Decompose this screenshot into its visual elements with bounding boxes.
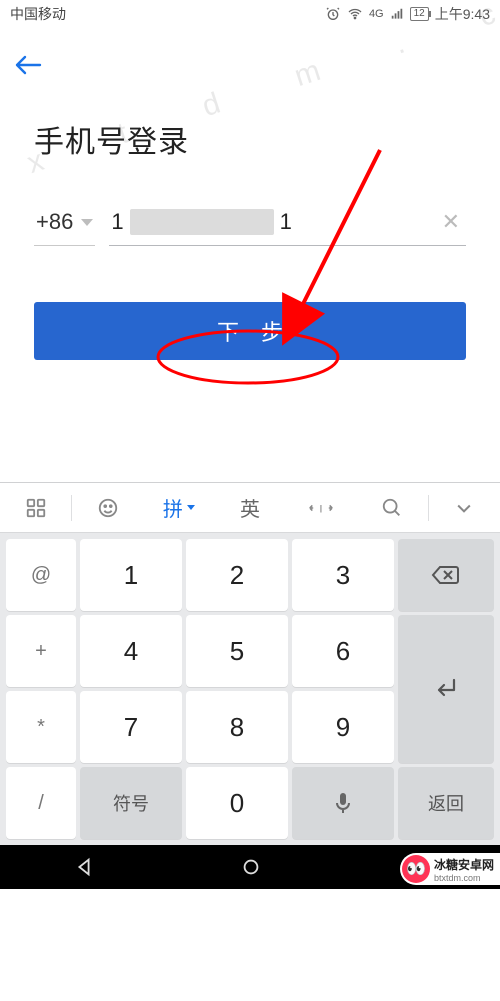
phone-masked: XXXXXX [130, 209, 274, 235]
status-bar: 中国移动 4G 12 上午9:43 [0, 0, 500, 28]
signal-icon [390, 7, 404, 21]
back-button[interactable] [14, 52, 42, 82]
keyboard-english-tab[interactable]: 英 [214, 493, 285, 522]
keyboard-toolbar: 拼 英 I [0, 483, 500, 533]
page-title: 手机号登录 [0, 91, 500, 201]
carrier-label: 中国移动 [10, 4, 66, 24]
nav-home-button[interactable] [240, 856, 262, 878]
key-backspace[interactable] [398, 539, 494, 611]
clear-input-button[interactable]: ✕ [438, 209, 464, 235]
key-3[interactable]: 3 [292, 539, 394, 611]
key-at[interactable]: @ [6, 539, 76, 611]
chevron-down-icon [81, 219, 93, 226]
keyboard-search-button[interactable] [357, 497, 428, 519]
country-code-value: +86 [36, 209, 73, 235]
keyboard-collapse-button[interactable] [429, 498, 500, 518]
battery-indicator: 12 [410, 7, 429, 21]
phone-suffix: 1 [280, 209, 292, 235]
key-6[interactable]: 6 [292, 615, 394, 687]
brand-en: btxtdm.com [434, 873, 494, 883]
key-asterisk[interactable]: * [6, 691, 76, 763]
alarm-icon [325, 6, 341, 22]
keyboard-apps-button[interactable] [0, 497, 71, 519]
chevron-down-icon [187, 505, 195, 510]
key-voice[interactable] [292, 767, 394, 839]
key-7[interactable]: 7 [80, 691, 182, 763]
key-9[interactable]: 9 [292, 691, 394, 763]
network-label: 4G [369, 8, 384, 20]
key-5[interactable]: 5 [186, 615, 288, 687]
phone-prefix: 1 [111, 209, 123, 235]
key-2[interactable]: 2 [186, 539, 288, 611]
key-plus[interactable]: + [6, 615, 76, 687]
keyboard-pinyin-tab[interactable]: 拼 [143, 493, 214, 522]
next-button-label: 下一步 [217, 315, 283, 347]
key-symbols[interactable]: 符号 [80, 767, 182, 839]
wifi-icon [347, 6, 363, 22]
key-1[interactable]: 1 [80, 539, 182, 611]
nav-back-button[interactable] [73, 856, 95, 878]
brand-cn: 冰糖安卓网 [434, 858, 494, 872]
key-4[interactable]: 4 [80, 615, 182, 687]
next-button[interactable]: 下一步 [34, 302, 466, 360]
brand-icon: 👀 [402, 855, 430, 883]
key-enter[interactable] [398, 615, 494, 763]
clock-label: 上午9:43 [435, 4, 490, 24]
brand-badge: 👀 冰糖安卓网 btxtdm.com [400, 853, 500, 885]
svg-text:I: I [320, 503, 323, 515]
country-code-selector[interactable]: +86 [34, 201, 95, 246]
key-0[interactable]: 0 [186, 767, 288, 839]
key-8[interactable]: 8 [186, 691, 288, 763]
keyboard-cursor-button[interactable]: I [286, 498, 357, 518]
phone-input[interactable]: 1 XXXXXX 1 ✕ [109, 201, 466, 246]
key-slash[interactable]: / [6, 767, 76, 839]
keyboard-emoji-button[interactable] [72, 497, 143, 519]
keyboard: 拼 英 I @ 1 2 3 + 4 5 6 * 7 8 9 [0, 482, 500, 845]
key-return[interactable]: 返回 [398, 767, 494, 839]
